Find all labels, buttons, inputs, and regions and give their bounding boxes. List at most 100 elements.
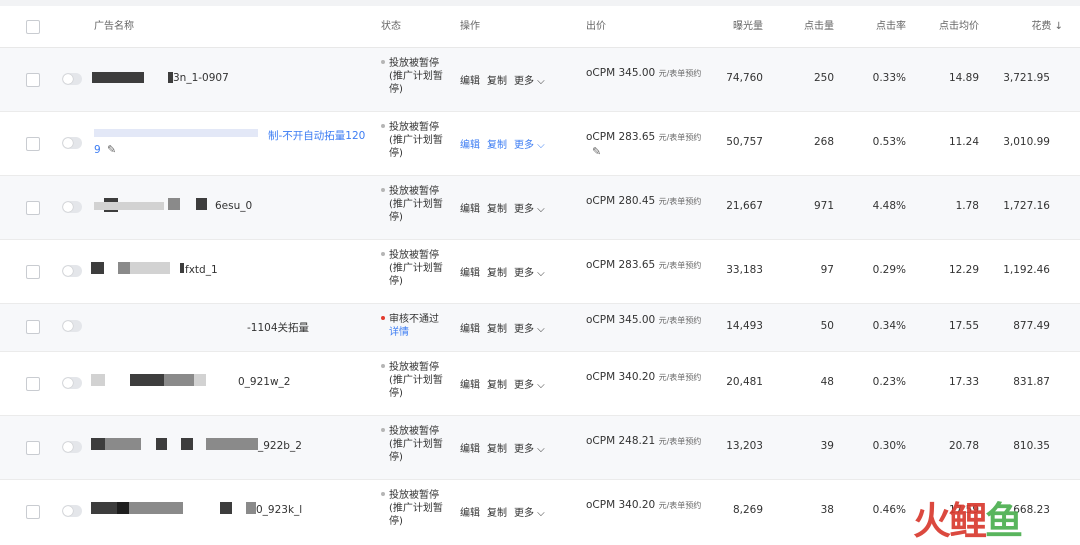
row-actions: 编辑 复制 更多 ⌵ [460, 264, 552, 279]
status-text: 投放被暂停 (推广计划暂 停) [381, 425, 451, 464]
row-toggle[interactable] [62, 137, 82, 149]
copy-link[interactable]: 复制 [487, 508, 507, 519]
row-checkbox[interactable] [26, 73, 40, 87]
edit-bid-pencil-icon[interactable]: ✎ [592, 145, 601, 158]
table-row[interactable]: fxtd_1 投放被暂停 (推广计划暂 停) 编辑 复制 更多 ⌵ oCPM 283… [0, 240, 1080, 304]
cpc-value: 17.55 [948, 320, 979, 332]
col-cpc-header[interactable]: 点击均价 [920, 6, 979, 47]
col-cost-header[interactable]: 花费 ↓ [990, 6, 1063, 47]
redacted-block [94, 129, 258, 137]
row-checkbox[interactable] [26, 441, 40, 455]
row-checkbox[interactable] [26, 265, 40, 279]
row-toggle[interactable] [62, 505, 82, 517]
status-text: 投放被暂停 (推广计划暂 停) [381, 121, 451, 160]
row-checkbox[interactable] [26, 201, 40, 215]
more-dropdown[interactable]: 更多 ⌵ [514, 324, 545, 335]
redacted-block [118, 262, 130, 274]
col-clicks-header[interactable]: 点击量 [780, 6, 834, 47]
edit-link[interactable]: 编辑 [460, 140, 480, 151]
cost-value: 1,192.46 [1003, 264, 1050, 276]
row-actions: 编辑 复制 更多 ⌵ [460, 376, 552, 391]
edit-link[interactable]: 编辑 [460, 444, 480, 455]
row-toggle[interactable] [62, 441, 82, 453]
clicks-value: 39 [820, 440, 834, 452]
col-ctr-header[interactable]: 点击率 [850, 6, 906, 47]
redacted-block [92, 72, 144, 83]
row-toggle[interactable] [62, 201, 82, 213]
copy-link[interactable]: 复制 [487, 140, 507, 151]
redacted-block [91, 262, 104, 274]
copy-link[interactable]: 复制 [487, 268, 507, 279]
cost-value: 810.35 [1013, 440, 1050, 452]
edit-link[interactable]: 编辑 [460, 76, 480, 87]
row-actions: 编辑 复制 更多 ⌵ [460, 320, 552, 335]
col-ops-header: 操作 [460, 21, 480, 32]
more-dropdown[interactable]: 更多 ⌵ [514, 76, 545, 87]
more-dropdown[interactable]: 更多 ⌵ [514, 380, 545, 391]
status-dot [381, 252, 385, 256]
edit-link[interactable]: 编辑 [460, 268, 480, 279]
more-dropdown[interactable]: 更多 ⌵ [514, 508, 545, 519]
redacted-block [194, 374, 206, 386]
redacted-block [91, 374, 105, 386]
ad-name[interactable]: _922b_2 [258, 440, 302, 452]
table-row[interactable]: 3n_1-0907 投放被暂停 (推广计划暂 停) 编辑 复制 更多 ⌵ oCPM … [0, 48, 1080, 112]
row-checkbox[interactable] [26, 320, 40, 334]
table-row[interactable]: 0_921w_2 投放被暂停 (推广计划暂 停) 编辑 复制 更多 ⌵ oCPM 3… [0, 352, 1080, 416]
table-row[interactable]: 6esu_0 投放被暂停 (推广计划暂 停) 编辑 复制 更多 ⌵ oCPM 280… [0, 176, 1080, 240]
col-bid-header[interactable]: 出价 [586, 6, 606, 47]
clicks-value: 250 [813, 72, 834, 84]
redacted-block [91, 438, 105, 450]
more-dropdown[interactable]: 更多 ⌵ [514, 444, 545, 455]
impressions-value: 74,760 [726, 72, 763, 84]
cpc-value: 12.29 [948, 264, 979, 276]
table-row[interactable]: _922b_2 投放被暂停 (推广计划暂 停) 编辑 复制 更多 ⌵ oCPM 24… [0, 416, 1080, 480]
clicks-value: 268 [813, 136, 834, 148]
ad-name[interactable]: -1104关拓量 [247, 320, 309, 335]
copy-link[interactable]: 复制 [487, 444, 507, 455]
status-detail-link[interactable]: 详情 [381, 327, 409, 338]
edit-link[interactable]: 编辑 [460, 508, 480, 519]
row-toggle[interactable] [62, 377, 82, 389]
status-dot [381, 428, 385, 432]
edit-link[interactable]: 编辑 [460, 380, 480, 391]
table-header: 广告名称 状态 操作 出价 曝光量 点击量 点击率 点击均价 花费 ↓ [0, 6, 1080, 48]
impressions-value: 14,493 [726, 320, 763, 332]
copy-link[interactable]: 复制 [487, 324, 507, 335]
ad-name[interactable]: fxtd_1 [185, 264, 218, 276]
row-toggle[interactable] [62, 73, 82, 85]
ctr-value: 4.48% [872, 200, 906, 212]
impressions-value: 33,183 [726, 264, 763, 276]
table-row[interactable]: -1104关拓量 审核不通过 详情 编辑 复制 更多 ⌵ oCPM 345.00 元… [0, 304, 1080, 352]
col-impressions-header[interactable]: 曝光量 [700, 6, 763, 47]
redacted-block [130, 374, 164, 386]
edit-link[interactable]: 编辑 [460, 324, 480, 335]
ad-name[interactable]: 0_921w_2 [238, 376, 291, 388]
row-checkbox[interactable] [26, 377, 40, 391]
table-row[interactable]: 制-不开自动拓量120 9 ✎ 投放被暂停 (推广计划暂 停) 编辑 复制 更多 ⌵… [0, 112, 1080, 176]
row-toggle[interactable] [62, 320, 82, 332]
row-toggle[interactable] [62, 265, 82, 277]
copy-link[interactable]: 复制 [487, 204, 507, 215]
edit-link[interactable]: 编辑 [460, 204, 480, 215]
ad-name[interactable]: 0_923k_l [256, 504, 302, 516]
more-dropdown[interactable]: 更多 ⌵ [514, 140, 545, 151]
row-checkbox[interactable] [26, 137, 40, 151]
copy-link[interactable]: 复制 [487, 76, 507, 87]
ad-name-line2[interactable]: 9 [94, 144, 101, 156]
row-checkbox[interactable] [26, 505, 40, 519]
more-dropdown[interactable]: 更多 ⌵ [514, 204, 545, 215]
status-text: 投放被暂停 (推广计划暂 停) [381, 249, 451, 288]
copy-link[interactable]: 复制 [487, 380, 507, 391]
status-dot [381, 364, 385, 368]
select-all-checkbox[interactable] [26, 20, 40, 34]
ad-name[interactable]: 6esu_0 [215, 200, 252, 212]
ctr-value: 0.34% [872, 320, 906, 332]
col-name-header[interactable]: 广告名称 [94, 6, 134, 47]
row-actions: 编辑 复制 更多 ⌵ [460, 72, 552, 87]
edit-pencil-icon[interactable]: ✎ [107, 143, 116, 156]
more-dropdown[interactable]: 更多 ⌵ [514, 268, 545, 279]
ad-name[interactable]: 制-不开自动拓量120 [268, 128, 365, 143]
bid-value: oCPM 340.20 元/表单预约 [586, 371, 702, 383]
ad-name[interactable]: 3n_1-0907 [173, 72, 229, 84]
